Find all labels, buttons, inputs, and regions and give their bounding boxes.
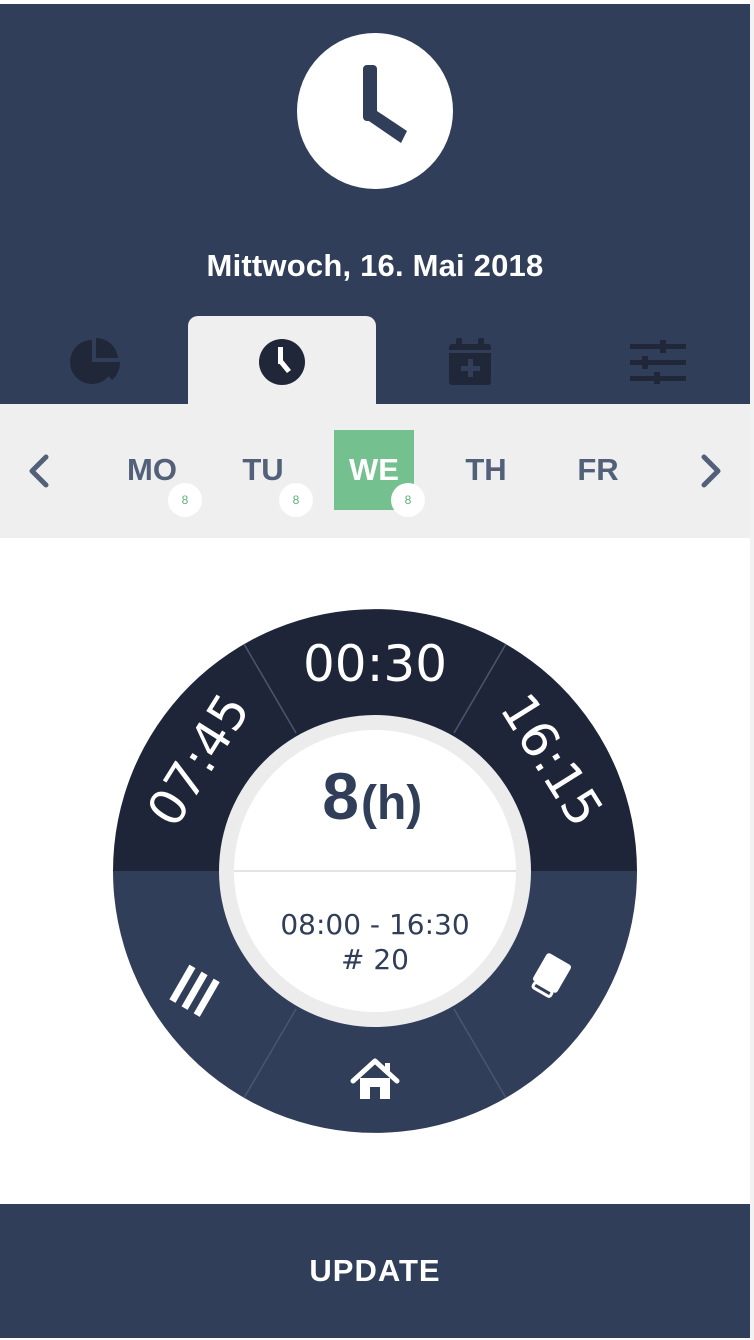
tab-time-tracking[interactable] — [188, 316, 376, 408]
clock-icon — [363, 65, 407, 143]
total-hours-unit: (h) — [361, 777, 422, 830]
tab-settings[interactable] — [564, 316, 752, 408]
next-week-button[interactable] — [690, 451, 730, 491]
app-logo — [297, 33, 453, 189]
day-label: MO — [127, 452, 177, 487]
current-date: Mittwoch, 16. Mai 2018 — [206, 248, 544, 283]
calendar-plus-icon — [449, 338, 491, 385]
day-label: FR — [577, 452, 619, 487]
clock-icon — [259, 339, 305, 385]
chevron-left-icon — [29, 454, 49, 488]
update-label: UPDATE — [309, 1253, 441, 1288]
day-label: TU — [242, 452, 284, 487]
tab-calendar[interactable] — [376, 316, 564, 408]
update-button[interactable]: UPDATE — [0, 1204, 750, 1338]
entry-number: # 20 — [341, 943, 409, 976]
day-wednesday-hours-badge: 8 — [391, 483, 425, 517]
sliders-icon — [630, 340, 686, 384]
previous-week-button[interactable] — [20, 451, 60, 491]
day-monday-hours-badge: 8 — [168, 483, 202, 517]
day-label: WE — [349, 452, 399, 487]
header: Mittwoch, 16. Mai 2018 — [0, 4, 750, 408]
day-label: TH — [465, 452, 507, 487]
time-entry-panel: 00:30 07:45 16:15 8 (h) 08:00 - 16:30 # … — [0, 538, 750, 1204]
break-time-value: 00:30 — [303, 635, 447, 693]
eraser-button[interactable] — [485, 901, 615, 1051]
tab-statistics[interactable] — [0, 316, 188, 408]
time-range: 08:00 - 16:30 — [280, 908, 469, 941]
day-thursday[interactable]: TH — [446, 430, 526, 510]
pie-chart-icon — [70, 338, 121, 384]
day-tuesday-hours-badge: 8 — [279, 483, 313, 517]
time-dial: 00:30 07:45 16:15 8 (h) 08:00 - 16:30 # … — [113, 609, 637, 1133]
total-hours-value: 8 — [322, 759, 359, 833]
right-edge — [750, 0, 754, 1340]
day-friday[interactable]: FR — [558, 430, 638, 510]
chevron-right-icon — [701, 454, 721, 488]
week-day-selector: MO 8 TU 8 WE 8 TH FR — [0, 404, 750, 538]
stripes-button[interactable] — [135, 901, 265, 1051]
home-button[interactable] — [305, 1021, 445, 1121]
